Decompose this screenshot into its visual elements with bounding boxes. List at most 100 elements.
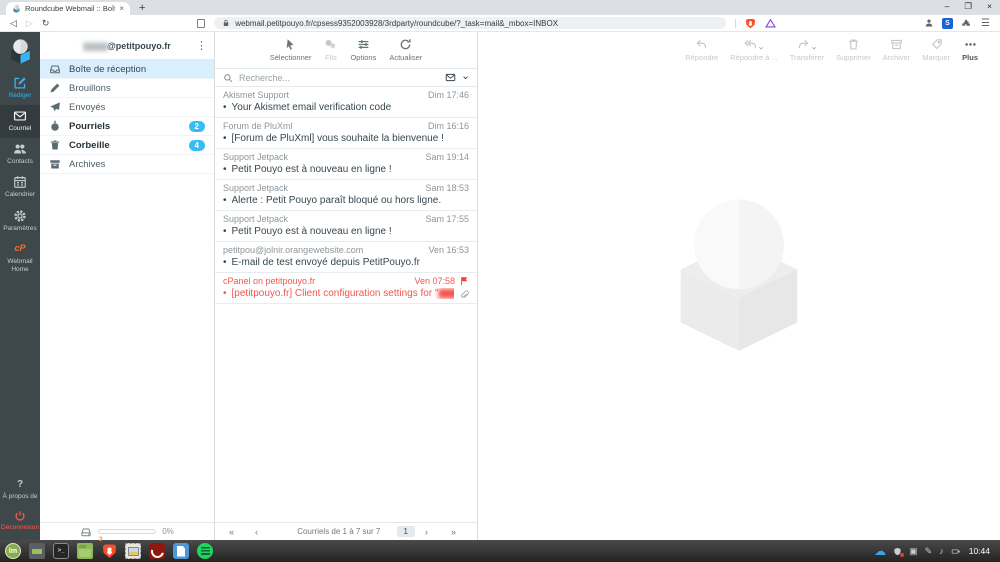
browser-tab[interactable]: Roundcube Webmail :: Boîte de × — [6, 2, 130, 15]
profile-icon[interactable] — [924, 18, 934, 28]
message-subject: Alerte : Petit Pouyo paraît bloqué ou ho… — [231, 195, 442, 206]
message-row[interactable]: Support Jetpack Sam 17:55 • Petit Pouyo est… — [215, 211, 477, 242]
subject-redacted: ██████ — [438, 289, 454, 298]
sidebar-item-logout[interactable]: Déconnexion — [0, 506, 40, 540]
next-page-button[interactable]: › — [425, 527, 451, 537]
account-header[interactable]: ██████@petitpouyo.fr ⋮ — [40, 32, 214, 60]
brave-icon[interactable]: 3 — [99, 537, 117, 559]
search-scope-envelope-icon[interactable] — [445, 72, 456, 83]
sidebar-item-contacts[interactable]: Contacts — [0, 138, 40, 171]
spotify-icon[interactable] — [197, 543, 213, 559]
button-icon-row — [744, 38, 764, 51]
message-sender: Support Jetpack — [223, 183, 289, 193]
message-row[interactable]: petitpou@jolnir.orangewebsite.com Ven 16:… — [215, 242, 477, 273]
mint-menu-icon[interactable]: lm — [5, 543, 21, 559]
button-label: Marquer — [922, 53, 951, 62]
shield-tray-icon[interactable] — [893, 547, 905, 557]
message-sender: Support Jetpack — [223, 152, 289, 162]
show-desktop-icon[interactable] — [29, 543, 45, 559]
sidebar-item-label: Rédiger — [8, 92, 32, 99]
music-note-tray-icon[interactable]: ♪ — [939, 546, 944, 556]
reading-list-icon[interactable] — [197, 18, 206, 28]
paperclip-icon — [459, 289, 469, 299]
last-page-button[interactable]: » — [451, 527, 463, 537]
libreoffice-icon[interactable] — [173, 543, 189, 559]
message-header-line: Forum de PluXml Dim 16:16 — [223, 121, 469, 131]
clock[interactable]: 10:44 — [969, 546, 990, 556]
folder-bo-te-de-r-ception[interactable]: Boîte de réception — [40, 60, 214, 79]
search-input[interactable] — [239, 72, 439, 83]
new-tab-button[interactable]: + — [139, 2, 145, 15]
extension-triangle-icon[interactable] — [765, 18, 777, 29]
claws-mail-icon[interactable] — [125, 543, 141, 559]
message-row[interactable]: Akismet Support Dim 17:46 • Your Akismet em… — [215, 87, 477, 118]
search-scope-chevron-down-icon[interactable] — [462, 74, 469, 81]
envelope-icon — [13, 109, 27, 123]
plus-button[interactable]: Plus — [962, 38, 978, 62]
message-row[interactable]: Support Jetpack Sam 19:14 • Petit Pouyo est… — [215, 149, 477, 180]
tab-close-icon[interactable]: × — [119, 4, 124, 13]
folder-menu-icon[interactable]: ⋮ — [196, 39, 207, 52]
page-number-input[interactable]: 1 — [396, 526, 415, 537]
first-page-button[interactable]: « — [229, 527, 255, 537]
pen-tray-icon[interactable]: ✎ — [925, 546, 933, 556]
terminal-icon[interactable]: >_ — [53, 543, 69, 559]
lock-icon — [222, 19, 230, 27]
desktop: Roundcube Webmail :: Boîte de × + – ❐ × … — [0, 0, 1000, 562]
folder-pourriels[interactable]: Pourriels 2 — [40, 117, 214, 136]
message-row[interactable]: Support Jetpack Sam 18:53 • Alerte : Petit … — [215, 180, 477, 211]
taskbar-badge: 3 — [99, 537, 103, 543]
sidebar-item-settings[interactable]: Paramètres — [0, 205, 40, 238]
prev-page-button[interactable]: ‹ — [255, 527, 281, 537]
message-row[interactable]: Forum de PluXml Dim 16:16 • [Forum de PluXm… — [215, 118, 477, 149]
unread-count-badge: 4 — [188, 139, 205, 151]
account-domain: @petitpouyo.fr — [106, 40, 171, 51]
extension-s-icon[interactable]: S — [942, 17, 954, 29]
unread-dot-icon: • — [223, 256, 227, 268]
pointer-icon — [284, 38, 297, 51]
sidebar-item-webmail-home[interactable]: cP Webmail Home — [0, 238, 40, 279]
button-label: Supprimer — [836, 53, 871, 62]
button-icon-row — [797, 38, 817, 51]
sidebar-item-mail[interactable]: Courriel — [0, 105, 40, 139]
cloud-sync-icon[interactable]: ☁ — [874, 545, 886, 557]
message-row[interactable]: cPanel on petitpouyo.fr Ven 07:58 • [petitp… — [215, 273, 477, 304]
folder-envoy-s[interactable]: Envoyés — [40, 98, 214, 117]
folder-label: Envoyés — [69, 101, 106, 113]
folder-archives[interactable]: Archives — [40, 155, 214, 174]
clipboard-tray-icon[interactable]: ▣ — [909, 546, 918, 556]
fils-button: Fils — [324, 38, 337, 62]
sidebar-item-about[interactable]: ? À propos de — [0, 475, 40, 506]
extensions-puzzle-icon[interactable] — [961, 18, 971, 28]
maximize-button[interactable]: ❐ — [964, 1, 972, 12]
message-header-line: Support Jetpack Sam 18:53 — [223, 183, 469, 193]
s-lectionner-button[interactable]: Sélectionner — [270, 38, 311, 62]
options-button[interactable]: Options — [350, 38, 376, 62]
close-button[interactable]: × — [987, 1, 992, 12]
button-label: Plus — [962, 53, 978, 62]
menu-icon[interactable]: ☰ — [981, 18, 990, 29]
reload-button[interactable]: ↻ — [42, 18, 50, 28]
folder-brouillons[interactable]: Brouillons — [40, 79, 214, 98]
sidebar-item-calendar[interactable]: Calendrier — [0, 171, 40, 204]
url-bar[interactable]: webmail.petitpouyo.fr/cpsess9352003928/3… — [214, 17, 727, 29]
pdf-app-icon[interactable] — [149, 543, 165, 559]
file-manager-icon[interactable] — [77, 543, 93, 559]
about-label: À propos de — [2, 492, 38, 500]
minimize-button[interactable]: – — [945, 1, 950, 12]
message-subject-line: • Petit Pouyo est à nouveau en ligne ! — [223, 226, 469, 237]
folder-corbeille[interactable]: Corbeille 4 — [40, 136, 214, 155]
back-button[interactable]: ◁ — [10, 18, 17, 28]
actualiser-button[interactable]: Actualiser — [389, 38, 422, 62]
battery-tray-icon[interactable] — [951, 547, 960, 556]
more-icon — [964, 38, 977, 51]
send-icon — [49, 101, 61, 113]
message-subject-line: • E-mail de test envoyé depuis PetitPouyo… — [223, 257, 469, 268]
cpanel-icon: cP — [14, 243, 26, 253]
message-list-pane: Sélectionner Fils Options Actualiser Akisme… — [215, 32, 478, 540]
account-name-redacted: ██████ — [83, 43, 108, 51]
list-toolbar: Sélectionner Fils Options Actualiser — [215, 32, 477, 68]
forward-button[interactable]: ▷ — [26, 18, 33, 28]
brave-shield-icon[interactable] — [745, 18, 756, 29]
sidebar-item-compose[interactable]: Rédiger — [0, 72, 40, 105]
